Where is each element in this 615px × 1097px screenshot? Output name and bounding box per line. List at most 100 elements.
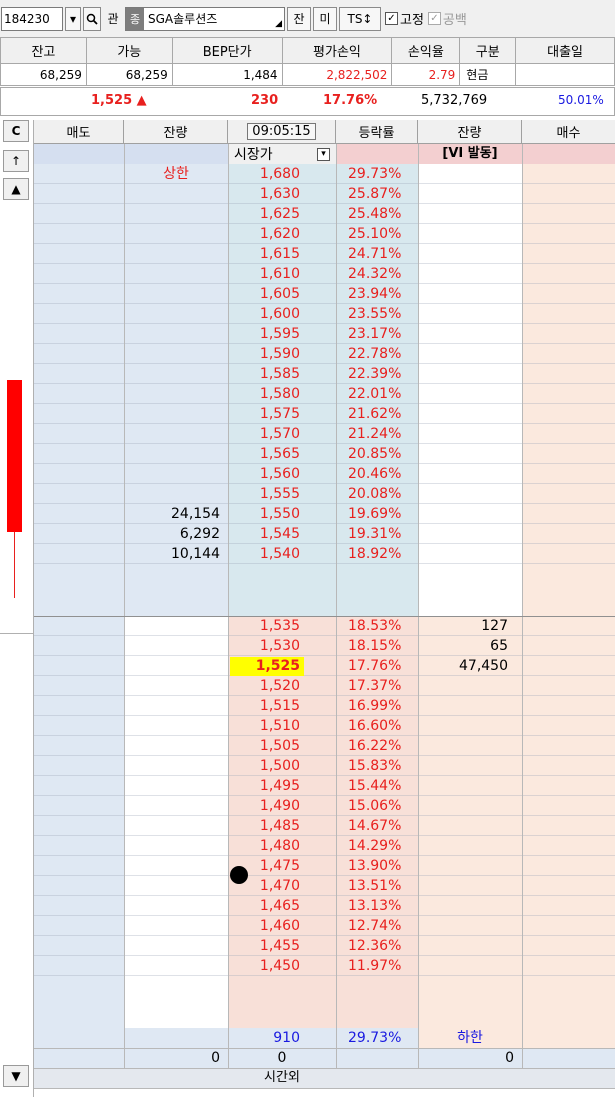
bid-price[interactable]: 1,510 xyxy=(228,716,304,736)
ask-price[interactable]: 1,630 xyxy=(228,184,304,204)
ask-price[interactable]: 1,610 xyxy=(228,264,304,284)
ask-qty[interactable]: 6,292 xyxy=(124,524,224,544)
ask-price[interactable]: 1,600 xyxy=(228,304,304,324)
ask-price[interactable]: 1,585 xyxy=(228,364,304,384)
ask-qty[interactable] xyxy=(124,364,224,384)
pan-button[interactable]: 관 xyxy=(103,7,123,31)
ask-price[interactable]: 1,560 xyxy=(228,464,304,484)
ask-qty[interactable] xyxy=(124,304,224,324)
ask-qty[interactable] xyxy=(124,324,224,344)
bid-price[interactable]: 1,535 xyxy=(228,616,304,636)
search-icon[interactable] xyxy=(83,6,101,31)
ts-button[interactable]: TS↕ xyxy=(339,6,381,31)
scroll-up-button[interactable]: ▲ xyxy=(3,178,29,200)
ask-qty[interactable]: 24,154 xyxy=(124,504,224,524)
ask-qty[interactable] xyxy=(124,224,224,244)
bid-qty[interactable] xyxy=(418,716,550,736)
dropdown-icon[interactable]: ▾ xyxy=(65,6,81,31)
ask-qty[interactable] xyxy=(124,204,224,224)
bid-price[interactable]: 1,485 xyxy=(228,816,304,836)
bid-qty[interactable] xyxy=(418,836,550,856)
bid-qty[interactable] xyxy=(418,916,550,936)
time-header[interactable]: 09:05:15 xyxy=(228,120,336,144)
ask-qty[interactable] xyxy=(124,384,224,404)
account-value-cell: 2,822,502 xyxy=(281,63,393,86)
bid-price[interactable]: 1,515 xyxy=(228,696,304,716)
bid-qty[interactable] xyxy=(418,776,550,796)
sell-header: 매도 xyxy=(34,120,124,144)
bid-qty[interactable] xyxy=(418,896,550,916)
bid-qty[interactable] xyxy=(418,696,550,716)
bid-qty[interactable] xyxy=(418,876,550,896)
bid-qty[interactable]: 65 xyxy=(418,636,550,656)
stock-name: SGA솔루션즈 xyxy=(148,12,218,26)
ask-qty[interactable]: 10,144 xyxy=(124,544,224,564)
ask-qty[interactable] xyxy=(124,244,224,264)
ask-price[interactable]: 1,595 xyxy=(228,324,304,344)
ask-rate: 21.62% xyxy=(348,406,402,422)
ask-qty[interactable] xyxy=(124,184,224,204)
bid-price[interactable]: 1,500 xyxy=(228,756,304,776)
account-value-cell: 2.79 xyxy=(391,63,461,86)
bid-price[interactable]: 1,495 xyxy=(228,776,304,796)
trade-volume: 5,732,769 xyxy=(421,93,488,108)
ask-price[interactable]: 1,555 xyxy=(228,484,304,504)
bid-qty[interactable] xyxy=(418,676,550,696)
ask-price[interactable]: 1,605 xyxy=(228,284,304,304)
bid-price[interactable]: 1,460 xyxy=(228,916,304,936)
bid-price[interactable]: 1,505 xyxy=(228,736,304,756)
ask-price[interactable]: 1,580 xyxy=(228,384,304,404)
bid-qty[interactable] xyxy=(418,956,550,976)
bid-qty[interactable] xyxy=(418,816,550,836)
ask-qty[interactable] xyxy=(124,264,224,284)
ask-qty[interactable] xyxy=(124,344,224,364)
open-price-select[interactable]: 시장가 ▾ xyxy=(230,144,334,164)
bid-price[interactable]: 1,465 xyxy=(228,896,304,916)
ask-price[interactable]: 1,550 xyxy=(228,504,304,524)
ask-price[interactable]: 1,615 xyxy=(228,244,304,264)
ask-price[interactable]: 1,565 xyxy=(228,444,304,464)
bid-price[interactable]: 1,450 xyxy=(228,956,304,976)
ask-price[interactable]: 1,570 xyxy=(228,424,304,444)
ask-price[interactable]: 1,620 xyxy=(228,224,304,244)
bid-price[interactable]: 1,520 xyxy=(228,676,304,696)
ask-qty[interactable] xyxy=(124,424,224,444)
bid-qty[interactable] xyxy=(418,796,550,816)
bid-price[interactable]: 1,530 xyxy=(228,636,304,656)
fixed-checkbox[interactable]: ✓ 고정 xyxy=(385,9,424,28)
ask-qty[interactable] xyxy=(124,444,224,464)
ask-price[interactable]: 1,545 xyxy=(228,524,304,544)
stock-name-field[interactable]: 종 SGA솔루션즈 ◢ xyxy=(125,6,285,31)
ask-qty[interactable] xyxy=(124,164,224,184)
buy-header: 매수 xyxy=(522,120,615,144)
ask-price[interactable]: 1,590 xyxy=(228,344,304,364)
blank-checkbox[interactable]: ✓ 공백 xyxy=(427,9,467,28)
ask-rate: 24.32% xyxy=(348,266,402,282)
bid-qty[interactable] xyxy=(418,736,550,756)
ask-qty[interactable] xyxy=(124,284,224,304)
ask-qty[interactable] xyxy=(124,404,224,424)
ask-price[interactable]: 1,625 xyxy=(228,204,304,224)
row-line xyxy=(34,263,615,264)
bid-qty[interactable] xyxy=(418,936,550,956)
ask-qty[interactable] xyxy=(124,464,224,484)
bid-qty[interactable]: 47,450 xyxy=(418,656,550,676)
bid-qty[interactable] xyxy=(418,756,550,776)
row-line xyxy=(34,503,615,504)
unfilled-button[interactable]: 미 xyxy=(313,6,337,31)
ask-qty[interactable] xyxy=(124,484,224,504)
bid-price[interactable]: 1,490 xyxy=(228,796,304,816)
balance-button[interactable]: 잔 xyxy=(287,6,311,31)
ask-price[interactable]: 1,680 xyxy=(228,164,304,184)
bid-price[interactable]: 1,480 xyxy=(228,836,304,856)
stock-code-input[interactable]: 184230 xyxy=(1,6,63,31)
bid-rate: 16.99% xyxy=(348,698,402,714)
bid-qty[interactable] xyxy=(418,856,550,876)
bid-qty[interactable]: 127 xyxy=(418,616,550,636)
bid-price[interactable]: 1,455 xyxy=(228,936,304,956)
scroll-down-button[interactable]: ▼ xyxy=(3,1065,29,1087)
ask-price[interactable]: 1,540 xyxy=(228,544,304,564)
arrow-up-icon[interactable]: ↑ xyxy=(3,150,29,172)
c-button[interactable]: C xyxy=(3,120,29,142)
ask-price[interactable]: 1,575 xyxy=(228,404,304,424)
